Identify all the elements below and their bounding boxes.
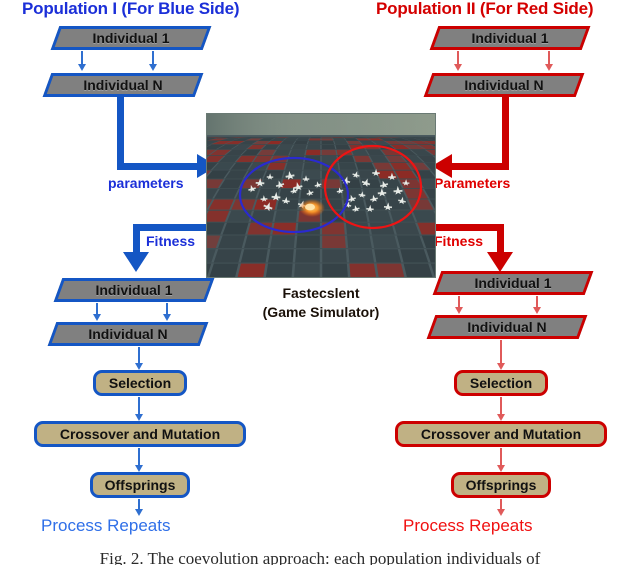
blue-bottom-individual-n: Individual N [47,322,209,346]
blue-fitness-path-horizontal [133,224,208,231]
red-crossover-mutation-box: Crossover and Mutation [395,421,607,447]
connector-arrow [497,363,505,370]
shape-label: Individual 1 [474,275,552,291]
connector-arrow [78,64,86,71]
connector-arrow [455,307,463,314]
shape-label: Individual N [467,319,547,335]
blue-fitness-arrowhead [123,252,149,272]
red-parameters-path-horizontal [452,163,509,170]
blue-parameters-path-horizontal [117,163,201,170]
shape-label: Individual N [88,326,168,342]
blue-parameters-label: parameters [108,175,184,191]
red-top-individual-n: Individual N [423,73,585,97]
shape-label: Individual N [83,77,163,93]
figure-canvas: Population I (For Blue Side) Population … [0,0,640,565]
red-parameters-label: Parameters [434,175,511,191]
red-offsprings-box: Offsprings [451,472,551,498]
red-selection-box: Selection [454,370,548,396]
blue-parameters-path-vertical [117,97,124,170]
blue-offsprings-box: Offsprings [90,472,190,498]
blue-selection-box: Selection [93,370,187,396]
red-bottom-individual-1: Individual 1 [432,271,594,295]
connector-arrow [93,314,101,321]
simulator-name: Fastecslent [282,285,360,301]
blue-top-individual-n: Individual N [42,73,204,97]
simulator-subtitle: (Game Simulator) [262,304,380,320]
shape-label: Individual 1 [95,282,173,298]
connector-arrow [533,307,541,314]
red-bottom-individual-n: Individual N [426,315,588,339]
red-process-repeats-label: Process Repeats [403,516,533,535]
connector-line [500,340,502,365]
connector-arrow [163,314,171,321]
red-top-individual-1: Individual 1 [429,26,591,50]
connector-arrow [149,64,157,71]
blue-crossover-mutation-box: Crossover and Mutation [34,421,246,447]
blue-bottom-individual-1: Individual 1 [53,278,215,302]
connector-arrow [454,64,462,71]
red-fitness-label: Fitness [434,233,484,249]
game-simulator-screenshot [206,113,436,278]
shape-label: Individual 1 [471,30,549,46]
connector-arrow [135,509,143,516]
population-ii-title: Population II (For Red Side) [376,0,594,18]
simulator-render [206,113,436,278]
connector-arrow [497,465,505,472]
population-i-title: Population I (For Blue Side) [22,0,240,18]
shape-label: Individual 1 [92,30,170,46]
connector-arrow [135,465,143,472]
blue-top-individual-1: Individual 1 [50,26,212,50]
connector-arrow [545,64,553,71]
connector-arrow [135,414,143,421]
connector-arrow [135,363,143,370]
connector-arrow [497,414,505,421]
red-parameters-path-vertical [502,97,509,170]
blue-fitness-label: Fitness [146,233,196,249]
red-fitness-path-horizontal [432,224,504,231]
figure-caption: Fig. 2. The coevolution approach: each p… [99,549,541,565]
connector-arrow [497,509,505,516]
shape-label: Individual N [464,77,544,93]
blue-process-repeats-label: Process Repeats [41,516,171,535]
red-fitness-arrowhead [487,252,513,272]
